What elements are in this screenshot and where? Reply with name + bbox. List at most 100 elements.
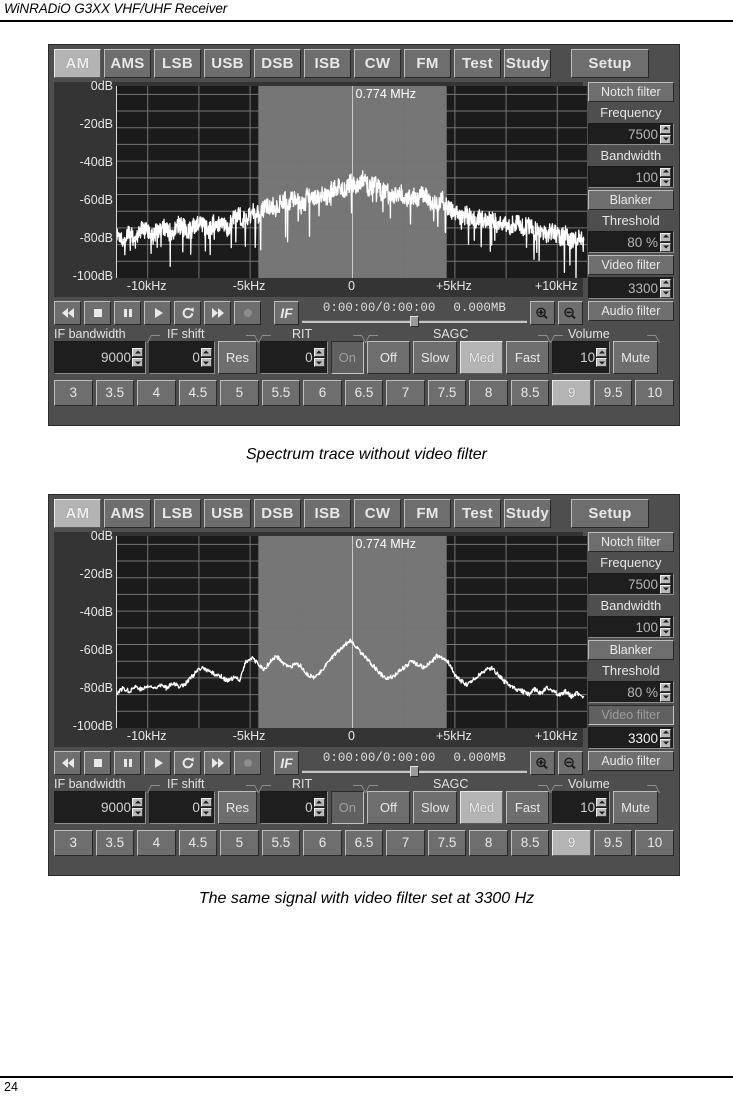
video-filter-spinner[interactable]: [660, 277, 671, 299]
frequency-preset-9[interactable]: 9: [552, 380, 591, 406]
spinner-down-icon[interactable]: [200, 808, 212, 817]
sagc-slow-button[interactable]: Slow: [412, 791, 458, 824]
frequency-preset-10[interactable]: 10: [635, 380, 674, 406]
loop-button[interactable]: [174, 751, 201, 775]
threshold-spinner[interactable]: [660, 681, 671, 703]
bandwidth-field[interactable]: 100: [587, 166, 674, 188]
spinner-up-icon[interactable]: [132, 348, 143, 357]
spinner-down-icon[interactable]: [660, 584, 671, 594]
position-slider[interactable]: [302, 766, 527, 777]
mode-button-usb[interactable]: USB: [204, 49, 251, 78]
sagc-fast-button[interactable]: Fast: [506, 341, 549, 374]
if-shift-res-button[interactable]: Res: [217, 791, 257, 824]
threshold-field[interactable]: 80 %: [587, 681, 674, 703]
spinner-up-icon[interactable]: [660, 617, 671, 627]
if-bandwidth-field[interactable]: 9000: [54, 791, 146, 824]
frequency-preset-8[interactable]: 8: [469, 380, 508, 406]
mode-button-cw[interactable]: CW: [354, 499, 401, 528]
if-bandwidth-spinner[interactable]: [132, 347, 143, 369]
spinner-down-icon[interactable]: [660, 177, 671, 187]
zoom-out-button[interactable]: [557, 301, 583, 325]
if-bandwidth-field[interactable]: 9000: [54, 341, 146, 374]
spinner-up-icon[interactable]: [200, 798, 212, 807]
sagc-off-button[interactable]: Off: [367, 341, 410, 374]
spinner-up-icon[interactable]: [660, 124, 671, 134]
position-slider[interactable]: [302, 316, 527, 327]
mode-button-test[interactable]: Test: [454, 499, 501, 528]
spinner-up-icon[interactable]: [596, 798, 608, 807]
fast-forward-button[interactable]: [204, 301, 231, 325]
setup-button[interactable]: Setup: [571, 499, 649, 528]
frequency-preset-3[interactable]: 3: [54, 830, 93, 856]
spinner-down-icon[interactable]: [596, 358, 608, 367]
spinner-up-icon[interactable]: [200, 348, 212, 357]
spinner-up-icon[interactable]: [313, 348, 325, 357]
frequency-preset-4[interactable]: 4: [137, 830, 176, 856]
spectrum-plot[interactable]: [116, 536, 587, 728]
spinner-up-icon[interactable]: [660, 682, 671, 692]
notch-filter-button[interactable]: Notch filter: [587, 82, 674, 102]
video-filter-field[interactable]: 3300: [587, 727, 674, 749]
frequency-preset-3-5[interactable]: 3.5: [95, 380, 135, 406]
slider-thumb[interactable]: [409, 316, 419, 327]
pause-button[interactable]: [114, 751, 141, 775]
if-shift-spinner[interactable]: [200, 797, 212, 819]
spinner-down-icon[interactable]: [313, 808, 325, 817]
play-button[interactable]: [144, 301, 171, 325]
spinner-down-icon[interactable]: [200, 358, 212, 367]
blanker-button[interactable]: Blanker: [587, 190, 674, 210]
spinner-down-icon[interactable]: [132, 808, 143, 817]
video-filter-button[interactable]: Video filter: [587, 255, 674, 275]
zoom-in-button[interactable]: [529, 751, 555, 775]
frequency-preset-9-5[interactable]: 9.5: [593, 830, 633, 856]
frequency-preset-8-5[interactable]: 8.5: [510, 830, 550, 856]
spinner-down-icon[interactable]: [660, 738, 671, 748]
frequency-preset-7-5[interactable]: 7.5: [427, 380, 467, 406]
spinner-up-icon[interactable]: [660, 232, 671, 242]
if-shift-field[interactable]: 0: [149, 341, 215, 374]
spinner-up-icon[interactable]: [660, 278, 671, 288]
spinner-down-icon[interactable]: [596, 808, 608, 817]
frequency-preset-6[interactable]: 6: [303, 380, 342, 406]
mode-button-fm[interactable]: FM: [404, 49, 451, 78]
mute-button[interactable]: Mute: [613, 791, 658, 824]
if-shift-spinner[interactable]: [200, 347, 212, 369]
mode-button-study[interactable]: Study: [504, 49, 551, 78]
play-button[interactable]: [144, 751, 171, 775]
mode-button-fm[interactable]: FM: [404, 499, 451, 528]
spinner-up-icon[interactable]: [596, 348, 608, 357]
loop-button[interactable]: [174, 301, 201, 325]
spinner-up-icon[interactable]: [660, 728, 671, 738]
bandwidth-spinner[interactable]: [660, 166, 671, 188]
sagc-med-button[interactable]: Med: [460, 341, 504, 374]
pause-button[interactable]: [114, 301, 141, 325]
slider-thumb[interactable]: [409, 766, 419, 777]
frequency-preset-6-5[interactable]: 6.5: [344, 380, 384, 406]
mode-button-am[interactable]: AM: [54, 49, 101, 78]
frequency-preset-7-5[interactable]: 7.5: [427, 830, 467, 856]
if-button[interactable]: IF: [274, 751, 299, 775]
bandwidth-spinner[interactable]: [660, 616, 671, 638]
mode-button-dsb[interactable]: DSB: [254, 49, 301, 78]
stop-button[interactable]: [84, 301, 111, 325]
notch-filter-button[interactable]: Notch filter: [587, 532, 674, 552]
frequency-preset-9-5[interactable]: 9.5: [593, 380, 633, 406]
if-shift-res-button[interactable]: Res: [217, 341, 257, 374]
sagc-slow-button[interactable]: Slow: [412, 341, 458, 374]
mode-button-usb[interactable]: USB: [204, 499, 251, 528]
mode-button-dsb[interactable]: DSB: [254, 499, 301, 528]
zoom-in-button[interactable]: [529, 301, 555, 325]
spectrum-plot[interactable]: [116, 86, 587, 278]
frequency-preset-8-5[interactable]: 8.5: [510, 380, 550, 406]
setup-button[interactable]: Setup: [571, 49, 649, 78]
mode-button-ams[interactable]: AMS: [104, 49, 151, 78]
spinner-down-icon[interactable]: [660, 692, 671, 702]
frequency-preset-3[interactable]: 3: [54, 380, 93, 406]
mode-button-study[interactable]: Study: [504, 499, 551, 528]
spinner-up-icon[interactable]: [660, 167, 671, 177]
mode-button-isb[interactable]: ISB: [304, 49, 351, 78]
mute-button[interactable]: Mute: [613, 341, 658, 374]
record-button[interactable]: [234, 751, 261, 775]
rewind-button[interactable]: [54, 301, 81, 325]
frequency-preset-5[interactable]: 5: [220, 380, 259, 406]
